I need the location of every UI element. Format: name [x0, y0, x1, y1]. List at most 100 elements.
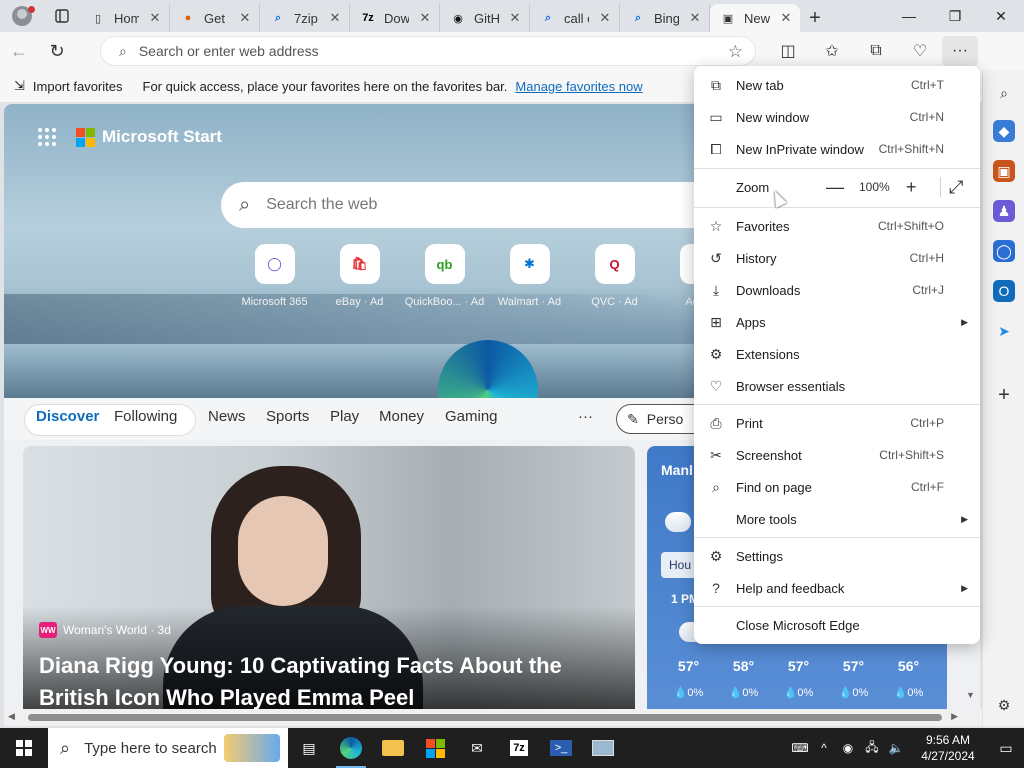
app-launcher-icon[interactable] — [38, 128, 56, 146]
new-tab-button[interactable]: + — [800, 4, 830, 32]
menu-item-downloads[interactable]: ⤓ Downloads Ctrl+J — [694, 274, 980, 306]
feed-tab-sports[interactable]: Sports — [266, 408, 309, 425]
shopping-icon[interactable]: ◆ — [993, 120, 1015, 142]
clock[interactable]: 9:56 AM 4/27/2024 — [908, 732, 988, 764]
close-tab-icon[interactable]: ✕ — [507, 10, 523, 26]
back-button[interactable]: ← — [0, 32, 38, 70]
add-favorite-icon[interactable]: ☆ — [728, 42, 743, 62]
manage-favorites-link[interactable]: Manage favorites now — [515, 79, 642, 94]
close-tab-icon[interactable]: ✕ — [237, 10, 253, 26]
menu-item-print[interactable]: ⎙ Print Ctrl+P — [694, 407, 980, 439]
close-tab-icon[interactable]: ✕ — [687, 10, 703, 26]
zoom-in-button[interactable]: + — [906, 177, 917, 198]
start-button[interactable] — [0, 728, 48, 768]
tab-0[interactable]: ▯ Hom ✕ — [80, 4, 170, 32]
send-icon[interactable]: ➤ — [993, 320, 1015, 342]
taskbar-search[interactable]: ⌕ Type here to search — [48, 728, 288, 768]
feed-tab-money[interactable]: Money — [379, 408, 424, 425]
tab-7[interactable]: ▣ New ✕ — [710, 4, 800, 32]
quick-link-tile[interactable]: qb QuickBoo... · Ad — [402, 244, 487, 308]
fullscreen-button[interactable]: ⤢ — [949, 177, 963, 198]
feed-tab-gaming[interactable]: Gaming — [445, 408, 498, 425]
horizontal-scrollbar[interactable]: ◀ ▶ — [4, 709, 982, 726]
store-icon[interactable] — [414, 728, 456, 768]
menu-item-new-window[interactable]: ▭ New window Ctrl+N — [694, 101, 980, 133]
close-tab-icon[interactable]: ✕ — [597, 10, 613, 26]
sidebar-search-icon[interactable]: ⌕ — [993, 82, 1015, 104]
split-screen-icon[interactable]: ◫ — [766, 32, 810, 70]
games-icon[interactable]: ♟ — [993, 200, 1015, 222]
restore-button[interactable]: ❐ — [932, 0, 978, 32]
file-explorer-icon[interactable] — [372, 728, 414, 768]
import-favorites-button[interactable]: ⇲ Import favorites — [0, 78, 123, 94]
browser-essentials-icon[interactable]: ♡ — [898, 32, 942, 70]
menu-item-extensions[interactable]: ⚙ Extensions — [694, 338, 980, 370]
zoom-out-button[interactable]: — — [826, 177, 844, 198]
close-tab-icon[interactable]: ✕ — [327, 10, 343, 26]
menu-item-settings[interactable]: ⚙ Settings — [694, 540, 980, 572]
profile-button[interactable] — [0, 0, 44, 32]
menu-item-close-microsoft-edge[interactable]: Close Microsoft Edge — [694, 609, 980, 641]
collections-icon[interactable]: ⧉ — [854, 32, 898, 70]
menu-item-favorites[interactable]: ☆ Favorites Ctrl+Shift+O — [694, 210, 980, 242]
network-icon[interactable]: 🖧 — [860, 738, 884, 759]
web-search-input[interactable]: ⌕ Search the web — [221, 182, 721, 228]
refresh-button[interactable]: ↻ — [38, 32, 76, 70]
close-tab-icon[interactable]: ✕ — [417, 10, 433, 26]
menu-item-browser-essentials[interactable]: ♡ Browser essentials — [694, 370, 980, 402]
quick-link-tile[interactable]: ◯ Microsoft 365 — [232, 244, 317, 308]
tab-6[interactable]: ⌕ Bing ✕ — [620, 4, 710, 32]
mail-icon[interactable]: ✉ — [456, 728, 498, 768]
close-tab-icon[interactable]: ✕ — [778, 10, 794, 26]
tab-5[interactable]: ⌕ call c ✕ — [530, 4, 620, 32]
feed-tab-play[interactable]: Play — [330, 408, 359, 425]
7zip-taskbar-icon[interactable]: 7z — [498, 728, 540, 768]
tab-3[interactable]: 7z Dow ✕ — [350, 4, 440, 32]
settings-and-more-button[interactable]: ··· — [942, 36, 978, 66]
hero-story-card[interactable]: WW Woman's World · 3d Diana Rigg Young: … — [23, 446, 635, 709]
menu-item-history[interactable]: ↺ History Ctrl+H — [694, 242, 980, 274]
m365-icon[interactable]: ◯ — [993, 240, 1015, 262]
brand-title[interactable]: Microsoft Start — [102, 127, 222, 147]
menu-item-more-tools[interactable]: More tools ▶ — [694, 503, 980, 535]
add-sidebar-app-icon[interactable]: + — [993, 384, 1015, 406]
sidebar-settings-icon[interactable]: ⚙ — [993, 694, 1015, 716]
feed-more-button[interactable]: ··· — [578, 408, 593, 425]
story-headline[interactable]: Diana Rigg Young: 10 Captivating Facts A… — [39, 650, 619, 709]
meet-icon[interactable]: ◉ — [836, 741, 860, 755]
favorites-icon[interactable]: ✩ — [810, 32, 854, 70]
scroll-left-icon[interactable]: ◀ — [8, 711, 15, 722]
menu-item-apps[interactable]: ⊞ Apps ▶ — [694, 306, 980, 338]
close-tab-icon[interactable]: ✕ — [147, 10, 163, 26]
menu-item-find-on-page[interactable]: ⌕ Find on page Ctrl+F — [694, 471, 980, 503]
tab-4[interactable]: ◉ GitH ✕ — [440, 4, 530, 32]
scroll-right-icon[interactable]: ▶ — [951, 711, 958, 722]
menu-item-new-inprivate-window[interactable]: ⧠ New InPrivate window Ctrl+Shift+N — [694, 133, 980, 165]
control-panel-icon[interactable] — [582, 728, 624, 768]
feed-tab-news[interactable]: News — [208, 408, 246, 425]
menu-item-screenshot[interactable]: ✂ Screenshot Ctrl+Shift+S — [694, 439, 980, 471]
feed-tab-following[interactable]: Following — [114, 408, 177, 425]
outlook-icon[interactable]: O — [993, 280, 1015, 302]
task-view-icon[interactable]: ▤ — [288, 728, 330, 768]
tab-actions-button[interactable] — [44, 0, 80, 32]
menu-item-help-and-feedback[interactable]: ? Help and feedback ▶ — [694, 572, 980, 604]
tab-2[interactable]: ⌕ 7zip ✕ — [260, 4, 350, 32]
chevron-up-icon[interactable]: ^ — [812, 741, 836, 755]
scroll-down-icon[interactable]: ▼ — [966, 690, 975, 700]
notifications-icon[interactable]: ▭ — [988, 740, 1024, 757]
address-bar[interactable]: ⌕ Search or enter web address ☆ — [100, 36, 756, 66]
keyboard-icon[interactable]: ⌨ — [788, 741, 812, 755]
feed-tab-discover[interactable]: Discover — [36, 408, 99, 425]
close-window-button[interactable]: ✕ — [978, 0, 1024, 32]
quick-link-tile[interactable]: 🛍 eBay · Ad — [317, 244, 402, 308]
edge-taskbar-icon[interactable] — [330, 728, 372, 768]
quick-link-tile[interactable]: ✱ Walmart · Ad — [487, 244, 572, 308]
tab-1[interactable]: ● Get f ✕ — [170, 4, 260, 32]
scroll-thumb[interactable] — [28, 714, 942, 721]
minimize-button[interactable]: — — [886, 0, 932, 32]
tools-icon[interactable]: ▣ — [993, 160, 1015, 182]
volume-icon[interactable]: 🔈 — [884, 741, 908, 755]
menu-item-new-tab[interactable]: ⧉ New tab Ctrl+T — [694, 69, 980, 101]
quick-link-tile[interactable]: Q QVC · Ad — [572, 244, 657, 308]
